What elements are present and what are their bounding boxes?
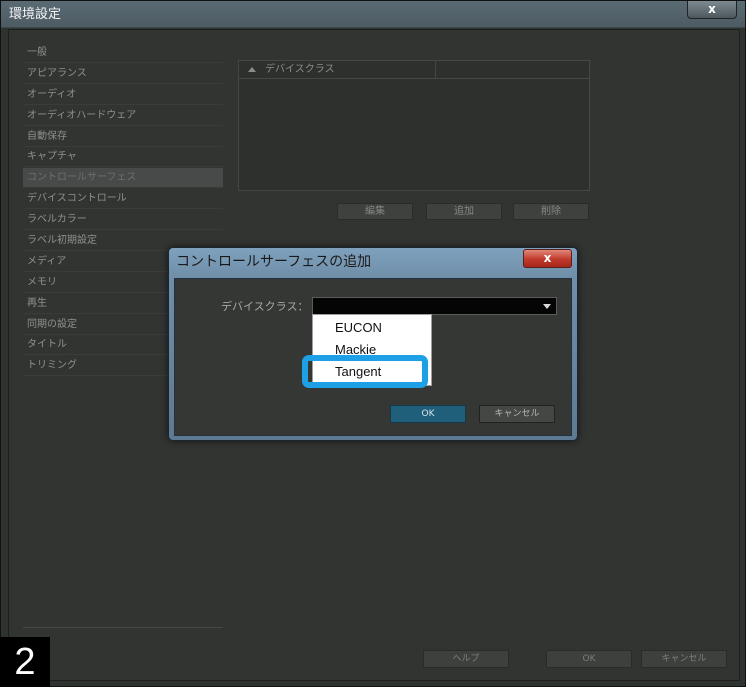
device-class-label: デバイスクラス：: [221, 300, 309, 313]
sidebar-item-label-colors[interactable]: ラベルカラー: [23, 210, 223, 231]
sidebar-item-capture[interactable]: キャプチャ: [23, 147, 223, 168]
ok-button[interactable]: OK: [546, 650, 632, 668]
sidebar-item-control-surface[interactable]: コントロールサーフェス: [23, 168, 223, 189]
sidebar-item-general[interactable]: 一般: [23, 43, 223, 63]
sidebar-item-appearance[interactable]: アピアランス: [23, 64, 223, 84]
dialog-title: コントロールサーフェスの追加: [176, 254, 372, 270]
delete-button[interactable]: 削除: [513, 203, 589, 220]
edit-button[interactable]: 編集: [337, 203, 413, 220]
add-button[interactable]: 追加: [426, 203, 502, 220]
sidebar-item-device-control[interactable]: デバイスコントロール: [23, 189, 223, 210]
device-class-header-label: デバイスクラス: [265, 64, 335, 75]
device-class-column-header[interactable]: デバイスクラス: [239, 61, 589, 79]
device-class-select[interactable]: [312, 297, 557, 315]
dropdown-option-eucon[interactable]: EUCON: [335, 320, 382, 336]
dialog-close-button[interactable]: x: [523, 249, 572, 268]
help-button[interactable]: ヘルプ: [423, 650, 509, 668]
sidebar-divider: [23, 627, 223, 628]
window-title: 環境設定: [9, 7, 62, 22]
window-close-button[interactable]: x: [687, 1, 737, 19]
sidebar-item-audio-hardware[interactable]: オーディオハードウェア: [23, 106, 223, 126]
step-number-badge: 2: [0, 637, 50, 687]
chevron-down-icon: [543, 304, 551, 309]
column-divider: [435, 61, 436, 79]
sort-ascending-icon: [248, 67, 256, 72]
sidebar-item-auto-save[interactable]: 自動保存: [23, 127, 223, 147]
dialog-ok-button[interactable]: OK: [390, 405, 466, 423]
dialog-cancel-button[interactable]: キャンセル: [479, 405, 555, 423]
device-class-table[interactable]: デバイスクラス: [238, 60, 590, 191]
cancel-button[interactable]: キャンセル: [641, 650, 727, 668]
highlight-callout: [302, 355, 428, 388]
sidebar-item-audio[interactable]: オーディオ: [23, 85, 223, 105]
